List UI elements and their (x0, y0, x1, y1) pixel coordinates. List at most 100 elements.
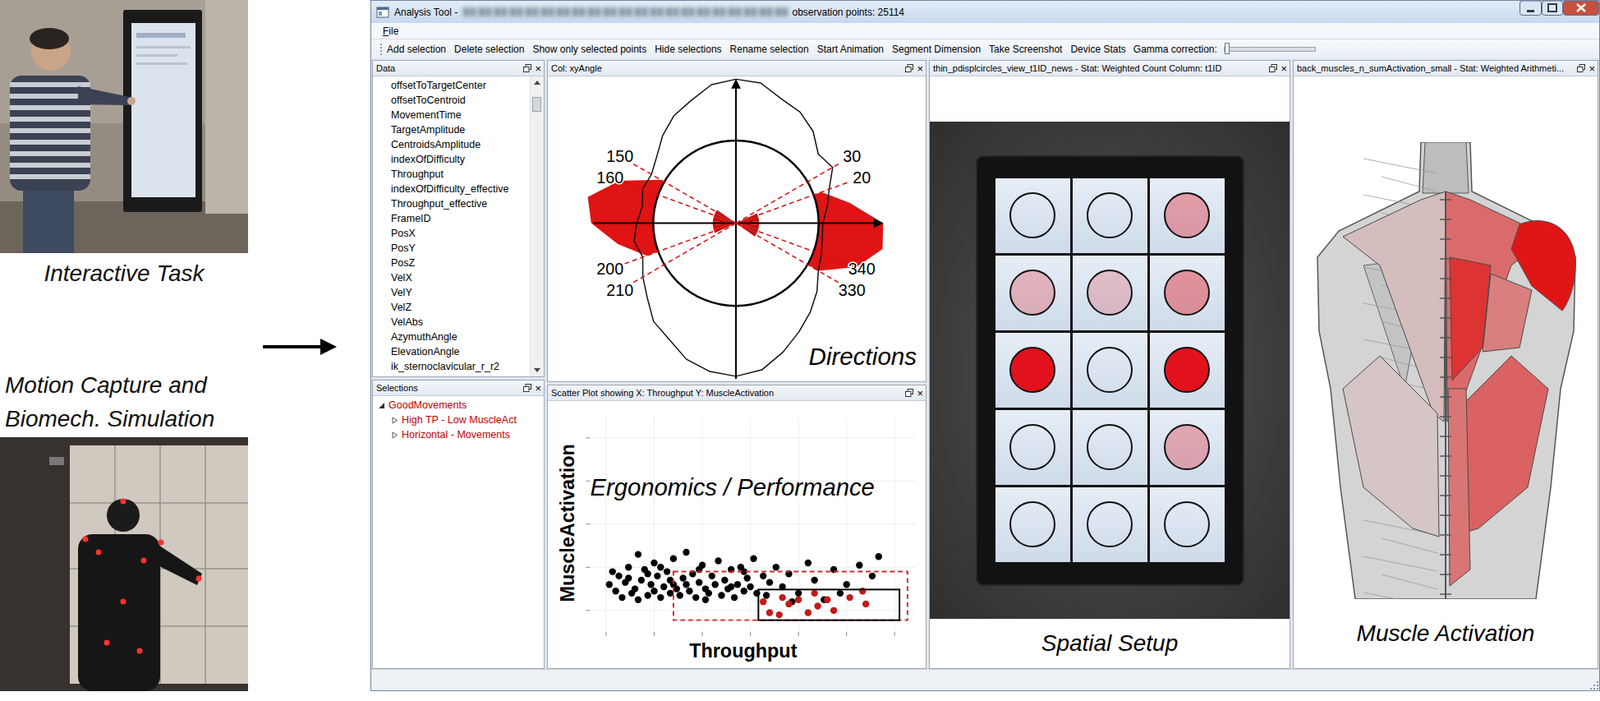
tick (586, 609, 591, 611)
data-item[interactable]: AzymuthAngle (372, 329, 530, 345)
data-item[interactable]: indexOfDifficulty (372, 151, 530, 167)
all-directions-outline (634, 78, 833, 376)
arrow-column (254, 0, 371, 701)
data-item[interactable]: Throughput (372, 166, 530, 182)
photo-head (106, 498, 140, 532)
data-item[interactable]: indexOfDifficulty_effective (372, 181, 530, 197)
gamma-label: Gamma correction: (1133, 43, 1218, 56)
photo-bg (0, 436, 249, 691)
data-item[interactable]: VelAbs (372, 314, 530, 330)
toolbar-button[interactable]: Start Animation (813, 43, 888, 56)
blurred-file-path (463, 7, 789, 17)
float-icon[interactable] (523, 383, 532, 392)
grid-line (589, 609, 915, 611)
close-button[interactable]: × (1280, 63, 1288, 74)
panel-title: Col: xyAngle (551, 63, 902, 74)
data-item[interactable]: TargetAmplitude (372, 122, 530, 138)
data-item[interactable]: PosZ (372, 255, 530, 271)
data-item[interactable]: ElevationAngle (372, 344, 530, 359)
data-item[interactable]: CentroidsAmplitude (372, 137, 530, 152)
data-item[interactable]: offsetToTargetCenter (372, 78, 530, 93)
neck (1422, 142, 1469, 194)
toolbar-button[interactable]: Hide selections (650, 43, 726, 56)
target-circle (1009, 192, 1056, 239)
y-axis-label: MuscleActivation (556, 443, 579, 603)
gamma-slider[interactable] (1223, 46, 1316, 52)
data-item[interactable]: ik_sternoclavicular_r_r2 (372, 358, 530, 374)
glyph (533, 80, 541, 85)
data-item[interactable]: PosX (372, 225, 530, 241)
tree-label[interactable]: GoodMovements (388, 399, 467, 411)
grid-cell (1072, 409, 1148, 485)
menu-item[interactable]: File (379, 25, 402, 37)
y-axis (735, 87, 737, 379)
data-point (618, 593, 626, 601)
toolbar: Add selectionDelete selectionShow only s… (371, 39, 1600, 59)
tick (894, 631, 896, 636)
float-icon[interactable] (523, 64, 532, 73)
close-button[interactable]: × (916, 63, 924, 74)
grip-dot (380, 43, 382, 46)
data-point (778, 593, 786, 601)
data-point (708, 572, 716, 580)
toolbar-button[interactable]: Take Screenshot (984, 43, 1067, 56)
target-circle (1086, 346, 1133, 393)
data-point (734, 580, 741, 588)
selection-rectangle[interactable] (673, 571, 908, 621)
data-item[interactable]: PosY (372, 240, 530, 256)
float-icon[interactable] (1268, 64, 1278, 73)
collapsed-arrow-icon[interactable] (390, 416, 399, 424)
tree-label[interactable]: High TP - Low MuscleAct (401, 413, 517, 426)
photo-arm (78, 86, 130, 106)
data-item[interactable]: MovementTime (372, 107, 530, 123)
close-icon[interactable] (1563, 0, 1600, 16)
icon-part (377, 7, 389, 10)
toolbar-button[interactable]: Delete selection (450, 43, 529, 56)
toolbar-button[interactable]: Device Stats (1066, 43, 1130, 56)
vertebra (1439, 474, 1452, 477)
close-button[interactable]: × (534, 63, 542, 74)
float-icon[interactable] (905, 388, 914, 397)
toolbar-button[interactable]: Add selection (382, 43, 451, 56)
toolbar-button[interactable]: Rename selection (726, 43, 814, 56)
collapsed-arrow-icon[interactable] (390, 431, 399, 439)
data-point (705, 589, 713, 597)
close-button[interactable]: × (1588, 63, 1596, 74)
data-item[interactable]: VelY (372, 285, 530, 300)
vertebra (1439, 435, 1452, 437)
tree-item: Horizontal - Movements (372, 427, 544, 442)
data-point (763, 591, 770, 598)
scrollbar-thumb[interactable] (532, 96, 542, 112)
data-item[interactable]: VelX (372, 270, 530, 286)
photo-detail (136, 32, 186, 38)
arrow-head (320, 338, 337, 355)
scroll-up-icon[interactable] (530, 76, 544, 90)
maximize-icon[interactable] (1541, 0, 1564, 16)
target-circle (1163, 501, 1210, 548)
minimize-icon[interactable] (1519, 0, 1542, 16)
toolbar-button[interactable]: Show only selected points (528, 43, 651, 56)
panel-header: Data× (372, 60, 544, 77)
data-item[interactable]: Throughput_effective (372, 196, 530, 212)
photo-stripe (9, 128, 91, 134)
panel-body: offsetToTargetCenteroffsetToCentroidMove… (372, 76, 544, 377)
tree-label[interactable]: Horizontal - Movements (401, 428, 511, 441)
toolbar-button[interactable]: Segment Dimension (887, 43, 985, 56)
resize-grip-icon[interactable] (1587, 678, 1600, 690)
float-icon[interactable] (1577, 64, 1586, 73)
photo-marker (104, 639, 111, 646)
expanded-arrow-icon[interactable] (377, 401, 386, 410)
grid-line (589, 523, 915, 525)
close-button[interactable]: × (534, 382, 542, 394)
tick (702, 631, 704, 636)
scroll-down-icon[interactable] (530, 363, 544, 377)
float-icon[interactable] (905, 64, 914, 73)
data-item[interactable]: offsetToCentroid (372, 92, 530, 108)
glyph (1577, 4, 1586, 12)
data-item[interactable]: FrameID (372, 211, 530, 226)
selection-rectangle[interactable] (758, 588, 900, 620)
data-item[interactable]: VelZ (372, 299, 530, 315)
close-button[interactable]: × (916, 387, 924, 399)
data-point (766, 608, 773, 616)
gamma-slider-thumb[interactable] (1224, 42, 1230, 55)
